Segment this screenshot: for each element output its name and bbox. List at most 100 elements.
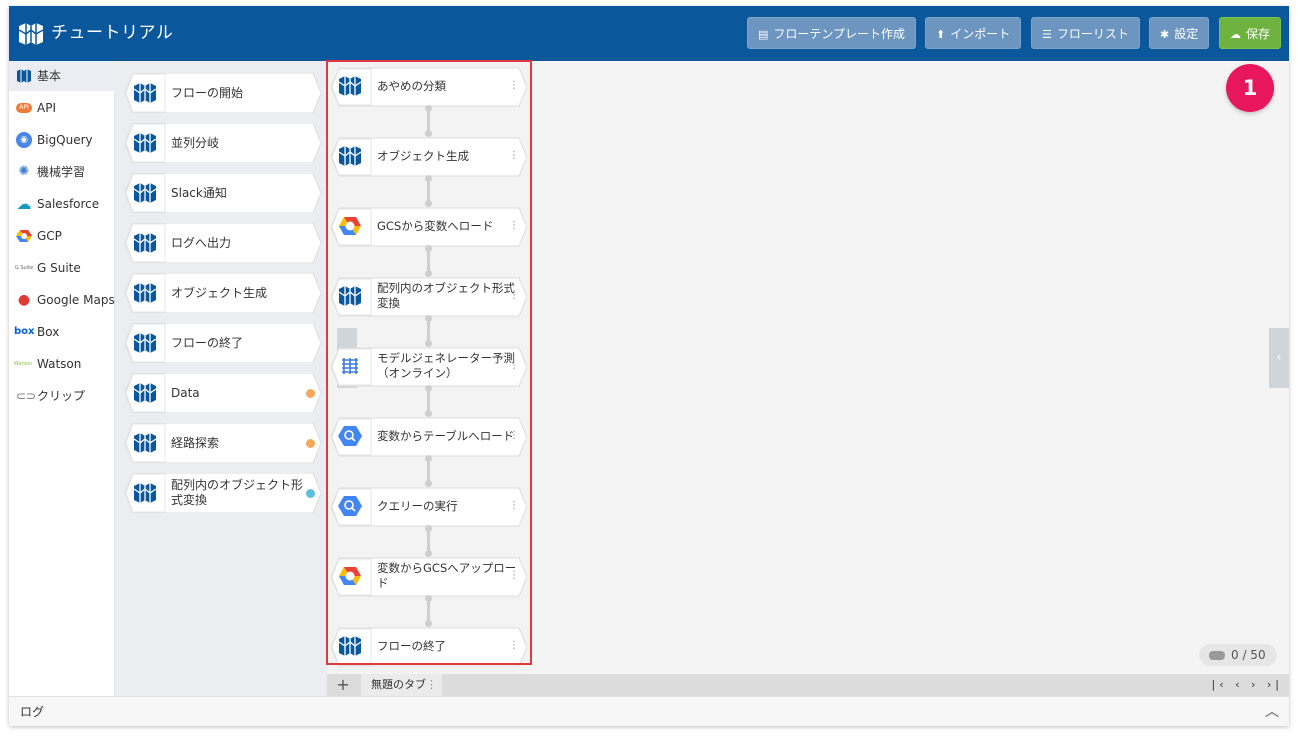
magellan-logo-icon: [133, 181, 157, 205]
magellan-logo-icon: [133, 331, 157, 355]
watson-icon: Watson: [13, 361, 33, 367]
kebab-menu-icon[interactable]: ⋮: [509, 429, 519, 443]
palette-item[interactable]: 配列内のオブジェクト形式変換: [125, 473, 321, 513]
flow-node[interactable]: クエリーの実行 ⋮: [331, 487, 527, 527]
sidebar-item-machine-learning[interactable]: ✺ 機械学習: [9, 157, 115, 187]
flow-connector: [425, 175, 432, 207]
sidebar-item-salesforce[interactable]: ☁ Salesforce: [9, 189, 115, 219]
category-sidebar: 基本 API API ◉ BigQuery ✺ 機械学習 ☁ Salesforc…: [9, 61, 115, 696]
magellan-logo-icon: [17, 69, 31, 83]
list-icon: ☰: [1042, 28, 1052, 41]
sidebar-item-clip[interactable]: ⊂⊃ クリップ: [9, 381, 115, 411]
flow-node-label: オブジェクト生成: [377, 148, 469, 163]
palette-item-label: フローの終了: [171, 335, 244, 350]
palette-item[interactable]: フローの開始: [125, 73, 321, 113]
palette-item[interactable]: オブジェクト生成: [125, 273, 321, 313]
status-dot: [306, 439, 315, 448]
tab-pager[interactable]: |‹ ‹ › ›|: [1212, 674, 1284, 696]
kebab-menu-icon[interactable]: ⋮: [509, 569, 519, 583]
sidebar-item-api[interactable]: API API: [9, 93, 115, 123]
flow-canvas[interactable]: ‹ ‹: [337, 61, 1289, 676]
flow-node[interactable]: あやめの分類 ⋮: [331, 67, 527, 107]
flow-connector: [425, 105, 432, 137]
sidebar-item-box[interactable]: box Box: [9, 317, 115, 347]
paperclip-icon: ⊂⊃: [16, 389, 37, 403]
collapse-right-handle[interactable]: ‹: [1269, 328, 1289, 388]
flow-node[interactable]: GCSから変数へロード ⋮: [331, 207, 527, 247]
salesforce-cloud-icon: ☁: [16, 195, 32, 213]
magellan-logo-icon: [338, 634, 362, 658]
magellan-logo-icon: [338, 74, 362, 98]
save-button[interactable]: ☁ 保存: [1219, 17, 1282, 49]
template-icon: ▤: [758, 28, 769, 41]
tab-untitled[interactable]: 無題のタブ ⋮: [361, 674, 442, 696]
bigquery-icon: [338, 424, 362, 448]
callout-badge: 1: [1226, 64, 1274, 112]
sidebar-item-gsuite[interactable]: G Suite G Suite: [9, 253, 115, 283]
palette-item[interactable]: ログへ出力: [125, 223, 321, 263]
sidebar-item-gcp[interactable]: GCP: [9, 221, 115, 251]
settings-button[interactable]: ✱ 設定: [1149, 17, 1210, 49]
flow-node-label: フローの終了: [377, 638, 446, 653]
flow-node[interactable]: 変数からGCSへアップロード ⋮: [331, 557, 527, 597]
flow-node-label: GCSから変数へロード: [377, 218, 494, 233]
flow-list-button[interactable]: ☰ フローリスト: [1031, 17, 1140, 49]
palette-item-label: Slack通知: [171, 185, 227, 200]
magellan-logo-icon: [133, 131, 157, 155]
palette-item[interactable]: 経路探索: [125, 423, 321, 463]
flow-connector: [425, 595, 432, 627]
add-tab-button[interactable]: +: [327, 674, 359, 696]
gcp-icon: [338, 214, 362, 238]
sidebar-item-bigquery[interactable]: ◉ BigQuery: [9, 125, 115, 155]
sidebar-item-google-maps[interactable]: ● Google Maps: [9, 285, 115, 315]
app-window: チュートリアル ▤ フローテンプレート作成 ⬆ インポート ☰ フローリスト ✱ 設定 …: [9, 6, 1289, 726]
flow-node[interactable]: フローの終了 ⋮: [331, 627, 527, 667]
palette-item[interactable]: Slack通知: [125, 173, 321, 213]
magellan-logo-icon: [133, 281, 157, 305]
magellan-logo-icon: [338, 144, 362, 168]
kebab-menu-icon[interactable]: ⋮: [509, 499, 519, 513]
flow-node-label: 配列内のオブジェクト形式変換: [377, 281, 515, 310]
brain-icon: [338, 354, 362, 378]
log-panel[interactable]: ログ ︿: [9, 696, 1289, 726]
sidebar-item-watson[interactable]: Watson Watson: [9, 349, 115, 379]
magellan-logo-icon: [133, 481, 157, 505]
chevron-up-icon[interactable]: ︿: [1265, 697, 1279, 726]
flow-connector: [425, 245, 432, 277]
flow-node-label: モデルジェネレーター予測（オンライン）: [377, 351, 515, 380]
brain-icon: ✺: [18, 164, 30, 179]
gcp-icon: [16, 230, 32, 242]
kebab-menu-icon[interactable]: ⋮: [509, 639, 519, 653]
kebab-menu-icon[interactable]: ⋮: [509, 79, 519, 93]
bigquery-icon: [338, 494, 362, 518]
kebab-menu-icon[interactable]: ⋮: [509, 359, 519, 373]
kebab-menu-icon[interactable]: ⋮: [509, 149, 519, 163]
upload-icon: ⬆: [936, 28, 946, 41]
flow-node[interactable]: オブジェクト生成 ⋮: [331, 137, 527, 177]
palette-item-label: 経路探索: [171, 435, 220, 450]
flow-node[interactable]: 変数からテーブルへロード ⋮: [331, 417, 527, 457]
sidebar-item-basic[interactable]: 基本: [9, 61, 115, 91]
palette-item[interactable]: フローの終了: [125, 323, 321, 363]
palette-item-label: 配列内のオブジェクト形式変換: [171, 478, 304, 507]
flow-node-label: 変数からテーブルへロード: [377, 428, 515, 443]
map-pin-icon: ●: [17, 292, 31, 308]
flow-connector: [425, 455, 432, 487]
tab-kebab-icon[interactable]: ⋮: [426, 674, 437, 696]
magellan-logo-icon: [133, 381, 157, 405]
header-bar: チュートリアル ▤ フローテンプレート作成 ⬆ インポート ☰ フローリスト ✱ 設定 …: [9, 6, 1289, 61]
kebab-menu-icon[interactable]: ⋮: [509, 289, 519, 303]
magellan-logo-icon: [133, 431, 157, 455]
flow-node[interactable]: モデルジェネレーター予測（オンライン） ⋮: [331, 347, 527, 387]
node-counter: 0 / 50: [1199, 644, 1277, 666]
palette-item-label: 並列分岐: [171, 135, 220, 150]
kebab-menu-icon[interactable]: ⋮: [509, 219, 519, 233]
flow-node[interactable]: 配列内のオブジェクト形式変換 ⋮: [331, 277, 527, 317]
palette-item[interactable]: 並列分岐: [125, 123, 321, 163]
palette-item[interactable]: Data: [125, 373, 321, 413]
create-template-button[interactable]: ▤ フローテンプレート作成: [747, 17, 917, 49]
flow-connector: [425, 525, 432, 557]
box-icon: box: [14, 326, 35, 337]
flow-node-label: あやめの分類: [377, 78, 446, 93]
import-button[interactable]: ⬆ インポート: [925, 17, 1022, 49]
